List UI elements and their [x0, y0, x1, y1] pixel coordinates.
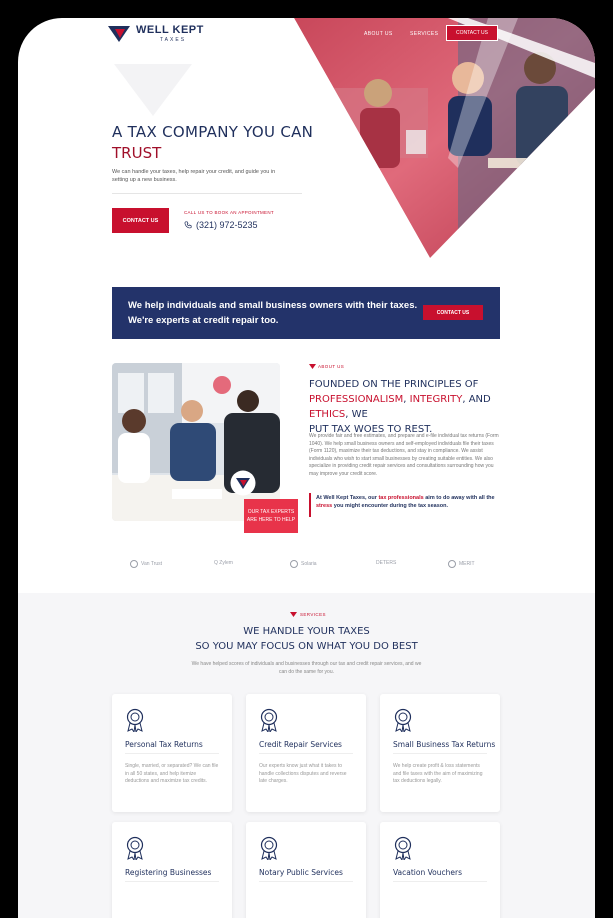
quote-part-1: At Well Kept Taxes, our [316, 495, 379, 501]
service-card-text: Single, married, or separated? We can fi… [125, 763, 219, 784]
quote-highlight-stress: stress [316, 503, 333, 509]
services-subtitle: We have helped scores of individuals and… [191, 661, 422, 675]
logo-subtitle: TAXES [160, 37, 187, 43]
hero-title: A TAX COMPANY YOU CAN [112, 123, 314, 141]
service-card[interactable]: Small Business Tax Returns We help create… [380, 694, 500, 812]
award-icon [260, 836, 278, 860]
service-card-divider [259, 881, 353, 882]
about-image [112, 363, 280, 521]
logo-icon[interactable] [108, 26, 130, 42]
heading-professionalism: PROFESSIONALISM [309, 394, 404, 405]
brand-name: Van Trust [141, 561, 163, 567]
brand-name: Q Zylem [214, 560, 233, 566]
service-card-title: Notary Public Services [259, 868, 343, 877]
quote-highlight-professionals: tax professionals [378, 495, 424, 501]
cta-banner: We help individuals and small business o… [112, 287, 500, 339]
quote-part-2: aim to do away with all the [423, 495, 495, 501]
hero-description: We can handle your taxes, help repair yo… [112, 169, 276, 183]
award-icon [260, 708, 278, 732]
about-label-icon [309, 364, 316, 369]
service-card[interactable]: Personal Tax Returns Single, married, or … [112, 694, 232, 812]
heading-integrity: INTEGRITY [409, 394, 463, 405]
about-quote: At Well Kept Taxes, our tax professional… [316, 494, 496, 510]
banner-contact-button[interactable]: CONTACT US [423, 305, 483, 320]
service-card-divider [393, 753, 487, 754]
award-icon [394, 836, 412, 860]
brand-name: Solaria [301, 561, 317, 567]
about-heading-line1: FOUNDED ON THE PRINCIPLES OF [309, 379, 479, 390]
call-label: CALL US TO BOOK AN APPOINTMENT [184, 210, 274, 215]
brand-name: MERIT [459, 561, 475, 567]
banner-text: We help individuals and small business o… [128, 300, 418, 326]
award-icon [394, 708, 412, 732]
service-card[interactable]: Notary Public Services [246, 822, 366, 918]
brand-logo: DETERS [376, 560, 396, 566]
heading-sep3: , WE [345, 409, 368, 420]
hero-contact-button[interactable]: CONTACT US [112, 208, 169, 233]
logo-badge-icon [230, 470, 256, 496]
service-card[interactable]: Credit Repair Services Our experts know j… [246, 694, 366, 812]
service-card-divider [393, 881, 487, 882]
award-icon [126, 708, 144, 732]
brand-mark-icon [290, 560, 298, 568]
award-icon [126, 836, 144, 860]
service-card-title: Credit Repair Services [259, 740, 342, 749]
quote-part-3: you might encounter during the tax seaso… [332, 503, 449, 509]
about-paragraph: We provide fair and free estimates, and … [309, 433, 499, 477]
service-card[interactable]: Vacation Vouchers [380, 822, 500, 918]
brand-logo: Van Trust [130, 560, 162, 568]
services-label: SERVICES [300, 612, 326, 617]
service-card-title: Vacation Vouchers [393, 868, 462, 877]
decorative-logo-watermark [114, 64, 192, 116]
service-card-divider [125, 753, 219, 754]
service-card-text: Our experts know just what it takes to h… [259, 763, 347, 784]
service-card-title: Small Business Tax Returns [393, 740, 496, 749]
services-title-line2: SO YOU MAY FOCUS ON WHAT YOU DO BEST [195, 641, 418, 652]
nav-contact-button[interactable]: CONTACT US [446, 25, 498, 41]
nav-about[interactable]: ABOUT US [364, 31, 393, 37]
hero-divider [112, 193, 302, 194]
quote-accent-bar [309, 493, 311, 517]
service-card-text: We help create profit & loss statements … [393, 763, 483, 784]
services-label-icon [290, 612, 297, 617]
brand-logo: Q Zylem [214, 560, 233, 566]
brand-mark-icon [130, 560, 138, 568]
hero-title-highlight: TRUST [112, 144, 162, 162]
about-label: ABOUT US [318, 364, 345, 369]
heading-sep2: , AND [462, 394, 491, 405]
about-badge: OUR TAX EXPERTS ARE HERE TO HELP [244, 499, 298, 533]
heading-ethics: ETHICS [309, 409, 346, 420]
service-card[interactable]: Registering Businesses [112, 822, 232, 918]
service-card-divider [259, 753, 353, 754]
brand-name: DETERS [376, 560, 397, 566]
brand-logo: Solaria [290, 560, 317, 568]
brand-logo: MERIT [448, 560, 475, 568]
hero-image [288, 18, 595, 258]
about-heading: FOUNDED ON THE PRINCIPLES OF PROFESSIONA… [309, 377, 509, 437]
phone-icon [184, 221, 192, 229]
brand-mark-icon [448, 560, 456, 568]
logo-name[interactable]: WELL KEPT [136, 24, 204, 36]
page-frame: WELL KEPT TAXES ABOUT US SERVICES CONTAC… [18, 18, 595, 918]
service-card-title: Registering Businesses [125, 868, 212, 877]
nav-services[interactable]: SERVICES [410, 31, 438, 37]
service-card-divider [125, 881, 219, 882]
services-title: WE HANDLE YOUR TAXES SO YOU MAY FOCUS ON… [18, 624, 595, 654]
service-card-title: Personal Tax Returns [125, 740, 203, 749]
phone-number[interactable]: (321) 972-5235 [196, 220, 258, 230]
services-title-line1: WE HANDLE YOUR TAXES [243, 626, 370, 637]
